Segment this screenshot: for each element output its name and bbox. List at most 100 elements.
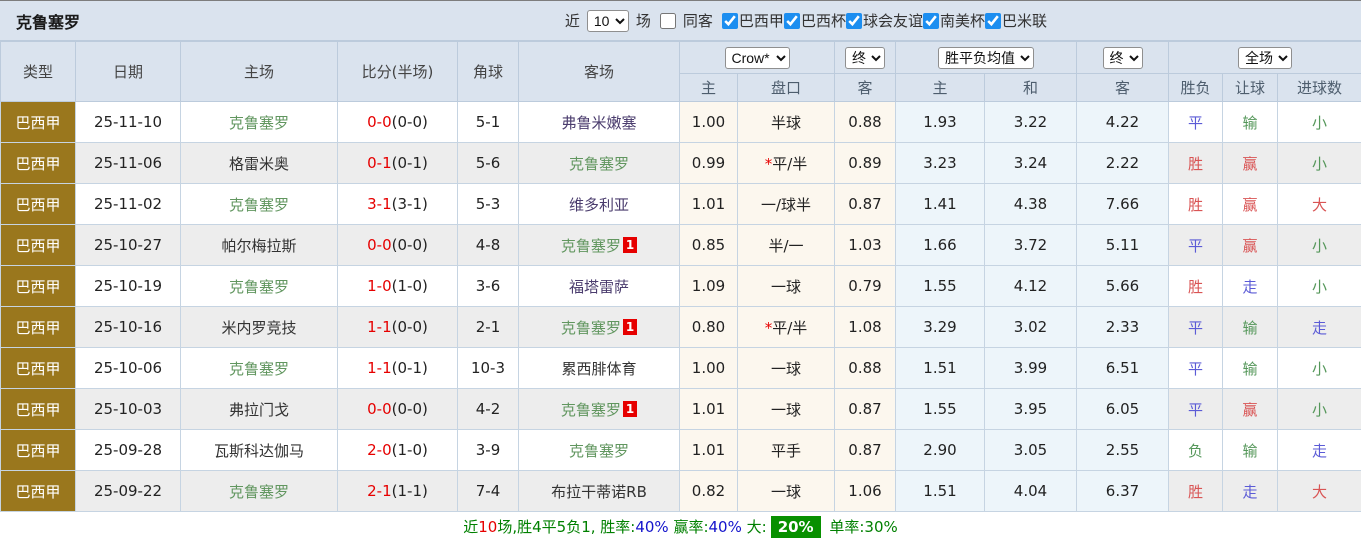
league-cell: 巴西甲 [0,265,76,307]
home-team-cell[interactable]: 帕尔梅拉斯 [180,224,338,266]
away-team-name[interactable]: 福塔雷萨 [569,278,629,296]
red-card-badge: 1 [622,236,638,253]
away-team-name[interactable]: 弗鲁米嫩塞 [561,114,636,132]
away-team-cell[interactable]: 布拉干蒂诺RB [518,470,680,512]
away-team-cell[interactable]: 克鲁塞罗 [518,142,680,184]
home-team-cell[interactable]: 克鲁塞罗 [180,183,338,225]
home-team-name[interactable]: 克鲁塞罗 [229,278,289,296]
home-team-cell[interactable]: 弗拉门戈 [180,388,338,430]
home-team-cell[interactable]: 克鲁塞罗 [180,265,338,307]
europe-final-select[interactable]: 终 [1102,46,1143,69]
home-team-name[interactable]: 米内罗竞技 [221,319,296,337]
europe-odds-select[interactable]: 胜平负均值 [938,46,1034,69]
competition-checkbox-1[interactable] [783,12,800,29]
europe-home-odds: 1.55 [895,388,985,430]
europe-home-odds: 1.66 [895,224,985,266]
competition-checkbox-4[interactable] [984,12,1001,29]
asian-bookmaker-select[interactable]: Crow* [724,46,790,69]
score-cell: 1-0(1-0) [337,265,458,307]
away-team-name[interactable]: 克鲁塞罗 [561,237,621,255]
europe-draw-odds: 3.99 [984,347,1077,389]
corners-cell: 4-2 [457,388,519,430]
away-team-name[interactable]: 克鲁塞罗 [569,155,629,173]
subheader-europe-home: 主 [895,73,985,102]
subheader-asian-line: 盘口 [737,73,835,102]
asian-away-odds: 0.87 [834,183,896,225]
europe-away-odds: 4.22 [1076,101,1169,143]
europe-draw-odds: 3.95 [984,388,1077,430]
home-team-name[interactable]: 克鲁塞罗 [229,114,289,132]
page-title: 克鲁塞罗 [16,12,81,32]
score-cell: 0-1(0-1) [337,142,458,184]
europe-away-odds: 7.66 [1076,183,1169,225]
asian-bookmaker-header: Crow* [679,41,835,74]
away-team-name[interactable]: 布拉干蒂诺RB [551,483,647,501]
score-cell: 0-0(0-0) [337,388,458,430]
same-away-checkbox[interactable] [659,12,676,29]
score-cell: 1-1(0-0) [337,306,458,348]
competition-checkbox-0[interactable] [721,12,738,29]
away-team-cell[interactable]: 克鲁塞罗 1 [518,388,680,430]
away-team-cell[interactable]: 维多利亚 [518,183,680,225]
europe-home-odds: 1.51 [895,347,985,389]
topbar: 克鲁塞罗 近 10 场 同客 巴西甲 巴西杯 球会友谊 南美杯 巴米联 [0,1,1361,41]
europe-home-odds: 1.93 [895,101,985,143]
match-row: 巴西甲 25-11-10 克鲁塞罗 0-0(0-0) 5-1 弗鲁米嫩塞 1.00 半球 0.8… [0,101,1361,143]
away-team-cell[interactable]: 累西腓体育 [518,347,680,389]
away-team-cell[interactable]: 克鲁塞罗 1 [518,306,680,348]
away-team-cell[interactable]: 弗鲁米嫩塞 [518,101,680,143]
home-team-name[interactable]: 弗拉门戈 [229,401,289,419]
away-team-name[interactable]: 克鲁塞罗 [561,319,621,337]
corners-cell: 5-3 [457,183,519,225]
match-row: 巴西甲 25-10-27 帕尔梅拉斯 0-0(0-0) 4-8 克鲁塞罗 1 0.85 半/一 1… [0,224,1361,266]
recent-count-select[interactable]: 10 [586,9,629,32]
asian-final-select[interactable]: 终 [845,46,885,69]
half-time-score: (1-1) [391,482,428,500]
europe-odds-header: 胜平负均值 [895,41,1077,74]
europe-home-odds: 3.23 [895,142,985,184]
scope-select[interactable]: 全场 [1238,46,1292,69]
home-team-cell[interactable]: 瓦斯科达伽马 [180,429,338,471]
same-away-label: 同客 [682,12,713,30]
asian-handicap-line: 一球 [737,470,835,512]
competition-filter: 球会友谊 [845,10,923,31]
europe-home-odds: 1.51 [895,470,985,512]
away-team-name[interactable]: 累西腓体育 [561,360,636,378]
result-handicap: 走 [1222,470,1278,512]
competition-checkbox-2[interactable] [845,12,862,29]
asian-home-odds: 0.82 [679,470,738,512]
home-team-cell[interactable]: 格雷米奥 [180,142,338,184]
footer-segment: 近 [463,518,479,536]
date-cell: 25-11-10 [75,101,181,143]
footer-segment: 40% [635,517,669,536]
away-team-name[interactable]: 克鲁塞罗 [561,401,621,419]
league-cell: 巴西甲 [0,388,76,430]
result-goals: 小 [1276,142,1361,184]
home-team-cell[interactable]: 米内罗竞技 [180,306,338,348]
home-team-name[interactable]: 瓦斯科达伽马 [214,442,304,460]
away-team-name[interactable]: 克鲁塞罗 [569,442,629,460]
competition-label-0: 巴西甲 [738,12,784,30]
home-team-name[interactable]: 克鲁塞罗 [229,196,289,214]
asian-away-odds: 1.06 [834,470,896,512]
away-team-cell[interactable]: 克鲁塞罗 1 [518,224,680,266]
away-team-cell[interactable]: 福塔雷萨 [518,265,680,307]
europe-draw-odds: 3.72 [984,224,1077,266]
subheader-result-goals: 进球数 [1276,73,1361,102]
away-team-cell[interactable]: 克鲁塞罗 [518,429,680,471]
home-team-cell[interactable]: 克鲁塞罗 [180,470,338,512]
col-header-type: 类型 [0,41,76,102]
asian-away-odds: 1.03 [834,224,896,266]
result-outcome: 胜 [1168,142,1223,184]
home-team-name[interactable]: 克鲁塞罗 [229,483,289,501]
date-cell: 25-10-27 [75,224,181,266]
home-team-name[interactable]: 克鲁塞罗 [229,360,289,378]
asian-home-odds: 1.00 [679,347,738,389]
away-team-name[interactable]: 维多利亚 [569,196,629,214]
competition-checkbox-3[interactable] [922,12,939,29]
home-team-cell[interactable]: 克鲁塞罗 [180,347,338,389]
home-team-name[interactable]: 帕尔梅拉斯 [221,237,296,255]
home-team-name[interactable]: 格雷米奥 [229,155,289,173]
corners-cell: 10-3 [457,347,519,389]
home-team-cell[interactable]: 克鲁塞罗 [180,101,338,143]
